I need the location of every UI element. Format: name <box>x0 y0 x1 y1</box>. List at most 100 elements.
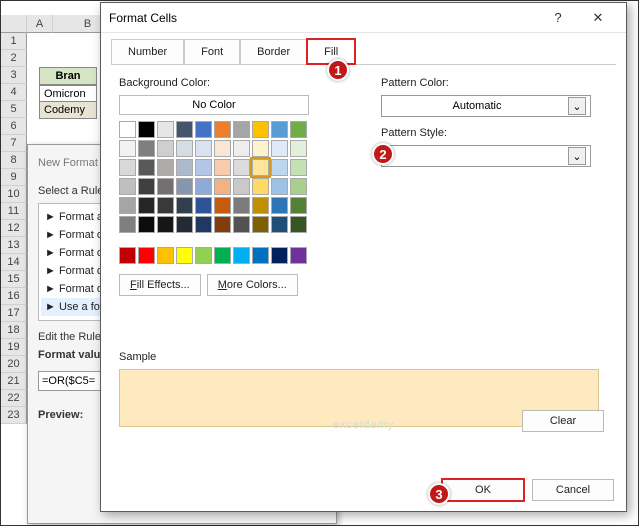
color-swatch[interactable] <box>195 121 212 138</box>
color-swatch[interactable] <box>176 216 193 233</box>
row-8[interactable]: 8 <box>1 152 27 169</box>
color-swatch[interactable] <box>157 140 174 157</box>
color-swatch[interactable] <box>119 197 136 214</box>
color-swatch[interactable] <box>138 178 155 195</box>
row-18[interactable]: 18 <box>1 322 27 339</box>
titlebar[interactable]: Format Cells ? ✕ <box>101 3 626 33</box>
color-swatch[interactable] <box>138 197 155 214</box>
color-swatch[interactable] <box>214 140 231 157</box>
row-4[interactable]: 4 <box>1 84 27 101</box>
color-swatch[interactable] <box>233 197 250 214</box>
cancel-button[interactable]: Cancel <box>532 479 614 501</box>
color-swatch[interactable] <box>119 178 136 195</box>
color-swatch[interactable] <box>157 247 174 264</box>
color-swatch[interactable] <box>233 178 250 195</box>
color-swatch[interactable] <box>176 159 193 176</box>
color-swatch[interactable] <box>214 197 231 214</box>
row-17[interactable]: 17 <box>1 305 27 322</box>
row-23[interactable]: 23 <box>1 407 27 424</box>
color-swatch[interactable] <box>290 178 307 195</box>
color-swatch[interactable] <box>157 121 174 138</box>
color-swatch[interactable] <box>214 121 231 138</box>
color-swatch[interactable] <box>252 178 269 195</box>
row-16[interactable]: 16 <box>1 288 27 305</box>
color-swatch[interactable] <box>233 247 250 264</box>
color-swatch[interactable] <box>214 247 231 264</box>
color-swatch[interactable] <box>271 178 288 195</box>
row-20[interactable]: 20 <box>1 356 27 373</box>
color-swatch[interactable] <box>214 159 231 176</box>
color-swatch[interactable] <box>233 121 250 138</box>
color-swatch[interactable] <box>233 140 250 157</box>
color-swatch[interactable] <box>138 159 155 176</box>
color-swatch[interactable] <box>271 159 288 176</box>
tab-font[interactable]: Font <box>184 39 240 64</box>
row-12[interactable]: 12 <box>1 220 27 237</box>
row-13[interactable]: 13 <box>1 237 27 254</box>
help-button[interactable]: ? <box>538 10 578 25</box>
row-15[interactable]: 15 <box>1 271 27 288</box>
color-swatch[interactable] <box>290 159 307 176</box>
row-6[interactable]: 6 <box>1 118 27 135</box>
color-swatch[interactable] <box>271 247 288 264</box>
color-swatch[interactable] <box>157 159 174 176</box>
color-swatch[interactable] <box>119 247 136 264</box>
color-swatch[interactable] <box>290 121 307 138</box>
col-select-all[interactable] <box>1 15 27 33</box>
color-swatch[interactable] <box>138 121 155 138</box>
clear-button[interactable]: Clear <box>522 410 604 432</box>
close-button[interactable]: ✕ <box>578 10 618 26</box>
color-swatch[interactable] <box>138 247 155 264</box>
pattern-style-select[interactable]: ⌄ <box>381 145 591 167</box>
row-22[interactable]: 22 <box>1 390 27 407</box>
row-10[interactable]: 10 <box>1 186 27 203</box>
color-swatch[interactable] <box>195 247 212 264</box>
color-swatch[interactable] <box>233 216 250 233</box>
row-21[interactable]: 21 <box>1 373 27 390</box>
row-2[interactable]: 2 <box>1 50 27 67</box>
color-swatch[interactable] <box>290 216 307 233</box>
color-swatch[interactable] <box>119 216 136 233</box>
color-swatch[interactable] <box>290 247 307 264</box>
color-swatch[interactable] <box>138 216 155 233</box>
color-swatch[interactable] <box>119 121 136 138</box>
color-swatch[interactable] <box>119 140 136 157</box>
color-swatch[interactable] <box>271 140 288 157</box>
row-3[interactable]: 3 <box>1 67 27 84</box>
color-swatch[interactable] <box>271 121 288 138</box>
color-swatch[interactable] <box>176 197 193 214</box>
color-swatch[interactable] <box>195 140 212 157</box>
pattern-color-select[interactable]: Automatic ⌄ <box>381 95 591 117</box>
color-swatch[interactable] <box>290 140 307 157</box>
row-19[interactable]: 19 <box>1 339 27 356</box>
color-swatch[interactable] <box>271 197 288 214</box>
color-swatch[interactable] <box>176 121 193 138</box>
cell-codemy[interactable]: Codemy <box>39 101 97 119</box>
row-14[interactable]: 14 <box>1 254 27 271</box>
tab-border[interactable]: Border <box>240 39 307 64</box>
more-colors-button[interactable]: More Colors... <box>207 274 298 296</box>
color-swatch[interactable] <box>157 216 174 233</box>
color-swatch[interactable] <box>176 247 193 264</box>
color-swatch[interactable] <box>290 197 307 214</box>
row-7[interactable]: 7 <box>1 135 27 152</box>
color-swatch[interactable] <box>195 197 212 214</box>
cell-brand-header[interactable]: Bran <box>39 67 97 85</box>
color-swatch[interactable] <box>195 178 212 195</box>
color-swatch[interactable] <box>271 216 288 233</box>
color-swatch[interactable] <box>138 140 155 157</box>
row-11[interactable]: 11 <box>1 203 27 220</box>
color-swatch[interactable] <box>252 159 269 176</box>
color-swatch[interactable] <box>176 140 193 157</box>
tab-number[interactable]: Number <box>111 39 184 64</box>
color-swatch[interactable] <box>195 159 212 176</box>
color-swatch[interactable] <box>252 140 269 157</box>
color-swatch[interactable] <box>157 178 174 195</box>
ok-button[interactable]: OK <box>442 479 524 501</box>
row-5[interactable]: 5 <box>1 101 27 118</box>
color-swatch[interactable] <box>176 178 193 195</box>
fill-effects-button[interactable]: FFill Effects...ill Effects... <box>119 274 201 296</box>
row-9[interactable]: 9 <box>1 169 27 186</box>
color-swatch[interactable] <box>214 216 231 233</box>
color-swatch[interactable] <box>252 121 269 138</box>
